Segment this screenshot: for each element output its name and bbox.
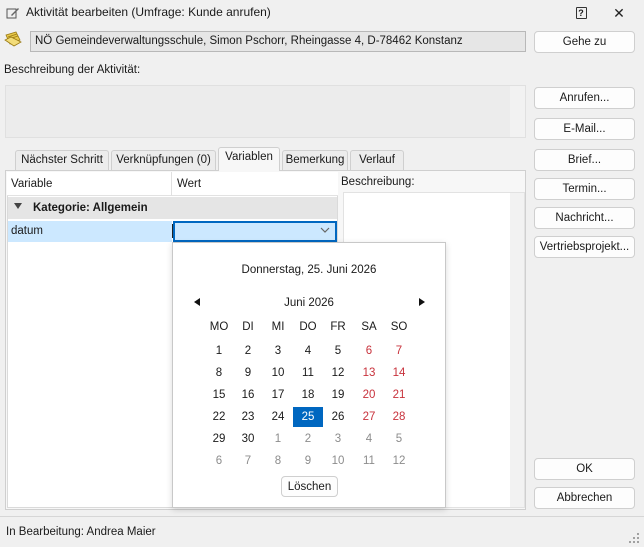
calendar-day[interactable]: 6 bbox=[354, 341, 384, 361]
goto-button[interactable]: Gehe zu bbox=[534, 31, 635, 53]
calendar-day[interactable]: 30 bbox=[233, 429, 263, 449]
calendar-day[interactable]: 2 bbox=[293, 429, 323, 449]
calendar-day[interactable]: 23 bbox=[233, 407, 263, 427]
calendar-day[interactable]: 29 bbox=[204, 429, 234, 449]
calendar-day[interactable]: 10 bbox=[263, 363, 293, 383]
calendar-day-selected[interactable]: 25 bbox=[293, 407, 323, 427]
calendar-day[interactable]: 5 bbox=[323, 341, 353, 361]
calendar-day[interactable]: 28 bbox=[384, 407, 414, 427]
resize-grip-icon[interactable] bbox=[628, 532, 640, 544]
contact-card-icon bbox=[4, 31, 22, 47]
description-pane-scrollbar[interactable] bbox=[510, 193, 524, 507]
tab-next-step[interactable]: Nächster Schritt bbox=[15, 150, 109, 170]
calendar-day[interactable]: 11 bbox=[293, 363, 323, 383]
sales-project-button[interactable]: Vertriebsprojekt... bbox=[534, 236, 635, 258]
message-button[interactable]: Nachricht... bbox=[534, 207, 635, 229]
weekday-header: DI bbox=[242, 321, 254, 333]
category-label: Kategorie: Allgemein bbox=[33, 202, 148, 214]
calendar-day[interactable]: 20 bbox=[354, 385, 384, 405]
triangle-right-icon[interactable] bbox=[417, 297, 427, 307]
calendar-day[interactable]: 14 bbox=[384, 363, 414, 383]
address-field: NÖ Gemeindeverwaltungsschule, Simon Psch… bbox=[30, 31, 526, 52]
help-button[interactable]: ? bbox=[570, 3, 592, 23]
calendar-day[interactable]: 3 bbox=[323, 429, 353, 449]
selected-date-heading[interactable]: Donnerstag, 25. Juni 2026 bbox=[172, 264, 446, 276]
date-input[interactable] bbox=[173, 221, 337, 242]
calendar-day[interactable]: 12 bbox=[384, 451, 414, 471]
weekday-header: SO bbox=[390, 321, 408, 333]
calendar-day[interactable]: 4 bbox=[354, 429, 384, 449]
calendar-day[interactable]: 22 bbox=[204, 407, 234, 427]
weekday-header: SA bbox=[361, 321, 377, 333]
letter-button[interactable]: Brief... bbox=[534, 149, 635, 171]
calendar-day[interactable]: 9 bbox=[233, 363, 263, 383]
calendar-day[interactable]: 7 bbox=[233, 451, 263, 471]
description-label: Beschreibung der Aktivität: bbox=[4, 64, 141, 76]
calendar-day[interactable]: 18 bbox=[293, 385, 323, 405]
caret-down-icon[interactable] bbox=[14, 203, 22, 209]
calendar-day[interactable]: 24 bbox=[263, 407, 293, 427]
calendar-day[interactable]: 4 bbox=[293, 341, 323, 361]
calendar-day[interactable]: 8 bbox=[263, 451, 293, 471]
calendar-day[interactable]: 8 bbox=[204, 363, 234, 383]
calendar-day[interactable]: 1 bbox=[204, 341, 234, 361]
calendar-day[interactable]: 16 bbox=[233, 385, 263, 405]
calendar-day[interactable]: 9 bbox=[293, 451, 323, 471]
cancel-button[interactable]: Abbrechen bbox=[534, 487, 635, 509]
column-divider[interactable] bbox=[171, 172, 172, 196]
calendar-day[interactable]: 21 bbox=[384, 385, 414, 405]
calendar-day[interactable]: 2 bbox=[233, 341, 263, 361]
appointment-button[interactable]: Termin... bbox=[534, 178, 635, 200]
tab-remark[interactable]: Bemerkung bbox=[282, 150, 348, 170]
calendar-day[interactable]: 27 bbox=[354, 407, 384, 427]
month-label[interactable]: Juni 2026 bbox=[172, 297, 446, 309]
grid-header bbox=[7, 172, 338, 196]
weekday-header: MO bbox=[209, 321, 229, 333]
calendar-day[interactable]: 17 bbox=[263, 385, 293, 405]
calendar-day[interactable]: 1 bbox=[263, 429, 293, 449]
status-text: In Bearbeitung: Andrea Maier bbox=[6, 526, 156, 538]
calendar-day[interactable]: 10 bbox=[323, 451, 353, 471]
calendar-day[interactable]: 3 bbox=[263, 341, 293, 361]
description-textarea[interactable] bbox=[5, 85, 526, 138]
calendar-day[interactable]: 6 bbox=[204, 451, 234, 471]
clear-date-button[interactable]: Löschen bbox=[281, 476, 338, 497]
text-cursor bbox=[172, 224, 173, 238]
chevron-down-icon[interactable] bbox=[320, 225, 330, 235]
window-title: Aktivität bearbeiten (Umfrage: Kunde anr… bbox=[26, 5, 271, 19]
tab-links[interactable]: Verknüpfungen (0) bbox=[111, 150, 216, 170]
description-pane-label: Beschreibung: bbox=[341, 176, 415, 188]
weekday-header: FR bbox=[330, 321, 346, 333]
tab-variables[interactable]: Variablen bbox=[218, 147, 280, 171]
call-button[interactable]: Anrufen... bbox=[534, 87, 635, 109]
calendar-day[interactable]: 11 bbox=[354, 451, 384, 471]
calendar-day[interactable]: 26 bbox=[323, 407, 353, 427]
variable-name: datum bbox=[11, 225, 43, 237]
help-icon: ? bbox=[575, 7, 587, 19]
calendar-day[interactable]: 5 bbox=[384, 429, 414, 449]
email-button[interactable]: E-Mail... bbox=[534, 118, 635, 140]
calendar-day[interactable]: 19 bbox=[323, 385, 353, 405]
column-header-value[interactable]: Wert bbox=[177, 178, 201, 190]
calendar-day[interactable]: 13 bbox=[354, 363, 384, 383]
calendar-day[interactable]: 7 bbox=[384, 341, 414, 361]
description-scrollbar[interactable] bbox=[510, 86, 525, 137]
calendar-day[interactable]: 12 bbox=[323, 363, 353, 383]
calendar-day[interactable]: 15 bbox=[204, 385, 234, 405]
ok-button[interactable]: OK bbox=[534, 458, 635, 480]
close-button[interactable]: ✕ bbox=[604, 3, 634, 23]
weekday-header: MI bbox=[271, 321, 285, 333]
weekday-header: DO bbox=[299, 321, 317, 333]
edit-pencil-icon bbox=[6, 8, 19, 19]
tab-history[interactable]: Verlauf bbox=[350, 150, 404, 170]
column-header-variable[interactable]: Variable bbox=[11, 178, 52, 190]
